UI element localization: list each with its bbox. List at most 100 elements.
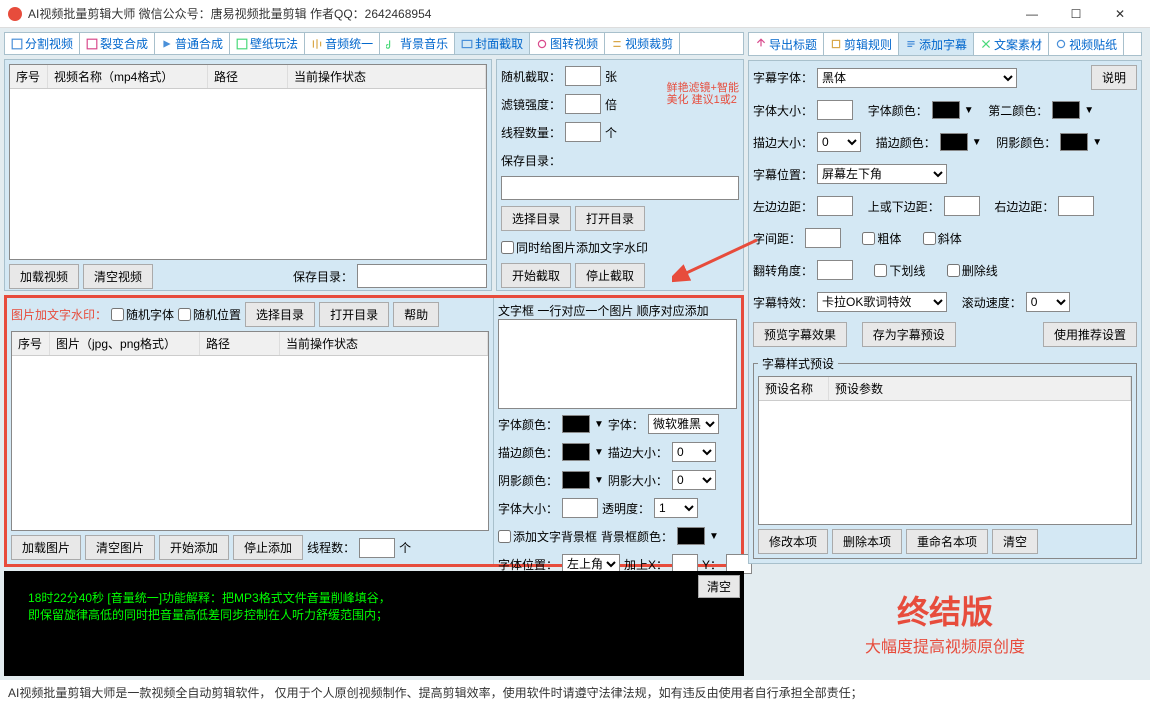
rand-cap-input[interactable] bbox=[565, 66, 601, 86]
bg-color-picker[interactable] bbox=[677, 527, 705, 545]
preset-delete-button[interactable]: 删除本项 bbox=[832, 529, 902, 554]
tab-audio-unify[interactable]: 音频统一 bbox=[305, 33, 380, 54]
tab-export-title[interactable]: 导出标题 bbox=[749, 33, 824, 55]
close-button[interactable]: ✕ bbox=[1098, 0, 1142, 28]
wm-title: 图片加文字水印： bbox=[11, 306, 107, 323]
bg-box-checkbox[interactable]: 添加文字背景框 bbox=[498, 528, 597, 545]
tab-script-material[interactable]: 文案素材 bbox=[974, 33, 1049, 55]
watermark-panel: 图片加文字水印： 随机字体 随机位置 选择目录 打开目录 帮助 序号 图片（jp… bbox=[7, 298, 493, 564]
wm-clear-button[interactable]: 清空图片 bbox=[85, 535, 155, 560]
recommend-button[interactable]: 使用推荐设置 bbox=[1043, 322, 1137, 347]
textbox-panel: 文字框 一行对应一个图片 顺序对应添加 字体颜色：▼字体：微软雅黑 描边颜色：▼… bbox=[493, 298, 741, 564]
console-clear-button[interactable]: 清空 bbox=[698, 575, 740, 598]
italic-checkbox[interactable]: 斜体 bbox=[923, 230, 962, 247]
tab-img-to-video[interactable]: 图转视频 bbox=[530, 33, 605, 54]
app-icon bbox=[8, 7, 22, 21]
save-dir-input[interactable] bbox=[357, 264, 487, 288]
preview-subtitle-button[interactable]: 预览字幕效果 bbox=[753, 322, 847, 347]
wm-help-button[interactable]: 帮助 bbox=[393, 302, 439, 327]
sub-pos-select[interactable]: 屏幕左下角 bbox=[817, 164, 947, 184]
load-video-button[interactable]: 加载视频 bbox=[9, 264, 79, 289]
cap-open-dir-button[interactable]: 打开目录 bbox=[575, 206, 645, 231]
save-dir-label: 保存目录： bbox=[293, 268, 353, 285]
cap-choose-dir-button[interactable]: 选择目录 bbox=[501, 206, 571, 231]
clear-video-button[interactable]: 清空视频 bbox=[83, 264, 153, 289]
video-list-panel: 序号 视频名称（mp4格式） 路径 当前操作状态 加载视频 清空视频 保存目录： bbox=[4, 59, 492, 291]
wm-rand-pos-checkbox[interactable]: 随机位置 bbox=[178, 306, 241, 323]
sub-stroke-color-picker[interactable] bbox=[940, 133, 968, 151]
wm-grid[interactable]: 序号 图片（jpg、png格式） 路径 当前操作状态 bbox=[11, 331, 489, 531]
col-status: 当前操作状态 bbox=[288, 65, 486, 88]
wm-stop-button[interactable]: 停止添加 bbox=[233, 535, 303, 560]
video-grid[interactable]: 序号 视频名称（mp4格式） 路径 当前操作状态 bbox=[9, 64, 487, 260]
tab-video-sticker[interactable]: 视频贴纸 bbox=[1049, 33, 1124, 55]
tab-normal-compose[interactable]: 普通合成 bbox=[155, 33, 230, 54]
tab-bgm[interactable]: 背景音乐 bbox=[380, 33, 455, 54]
shadow-color-picker[interactable] bbox=[562, 471, 590, 489]
tab-video-crop[interactable]: 视频裁剪 bbox=[605, 33, 680, 54]
tab-wallpaper[interactable]: 壁纸玩法 bbox=[230, 33, 305, 54]
preset-clear-button[interactable]: 清空 bbox=[992, 529, 1038, 554]
preset-grid[interactable]: 预设名称 预设参数 bbox=[758, 376, 1132, 525]
save-preset-button[interactable]: 存为字幕预设 bbox=[862, 322, 956, 347]
maximize-button[interactable]: ☐ bbox=[1054, 0, 1098, 28]
wm-load-button[interactable]: 加载图片 bbox=[11, 535, 81, 560]
sub-left-input[interactable] bbox=[817, 196, 853, 216]
sub-topbot-input[interactable] bbox=[944, 196, 980, 216]
underline-checkbox[interactable]: 下划线 bbox=[874, 262, 925, 279]
preset-rename-button[interactable]: 重命名本项 bbox=[906, 529, 988, 554]
sub-stroke-select[interactable]: 0 bbox=[817, 132, 861, 152]
sub-rotate-input[interactable] bbox=[817, 260, 853, 280]
brand-banner: 终结版 大幅度提高视频原创度 bbox=[748, 568, 1142, 676]
cap-savedir-label: 保存目录： bbox=[501, 152, 561, 169]
cap-savedir-input[interactable] bbox=[501, 176, 739, 200]
tab-cover-capture[interactable]: 封面截取 bbox=[455, 33, 530, 54]
cap-stop-button[interactable]: 停止截取 bbox=[575, 263, 645, 288]
shadow-size-select[interactable]: 0 bbox=[672, 470, 716, 490]
wm-start-button[interactable]: 开始添加 bbox=[159, 535, 229, 560]
col-path: 路径 bbox=[208, 65, 288, 88]
bold-checkbox[interactable]: 粗体 bbox=[862, 230, 901, 247]
cap-start-button[interactable]: 开始截取 bbox=[501, 263, 571, 288]
threads-input[interactable] bbox=[565, 122, 601, 142]
strike-checkbox[interactable]: 删除线 bbox=[947, 262, 998, 279]
tab-split-video[interactable]: 分割视频 bbox=[5, 33, 80, 54]
window-title: AI视频批量剪辑大师 微信公众号：唐易视频批量剪辑 作者QQ：264246895… bbox=[28, 5, 1010, 22]
stroke-size-select[interactable]: 0 bbox=[672, 442, 716, 462]
sub-size-input[interactable] bbox=[817, 100, 853, 120]
sub-speed-select[interactable]: 0 bbox=[1026, 292, 1070, 312]
opacity-select[interactable]: 1 bbox=[654, 498, 698, 518]
filter-input[interactable] bbox=[565, 94, 601, 114]
font-select[interactable]: 微软雅黑 bbox=[648, 414, 719, 434]
tab-edit-rules[interactable]: 剪辑规则 bbox=[824, 33, 899, 55]
sub-spacing-input[interactable] bbox=[805, 228, 841, 248]
cap-add-wm-checkbox[interactable]: 同时给图片添加文字水印 bbox=[501, 239, 648, 256]
sub-shadow-color-picker[interactable] bbox=[1060, 133, 1088, 151]
wm-rand-font-checkbox[interactable]: 随机字体 bbox=[111, 306, 174, 323]
preset-modify-button[interactable]: 修改本项 bbox=[758, 529, 828, 554]
preset-fieldset: 字幕样式预设 预设名称 预设参数 修改本项 删除本项 重命名本项 清空 bbox=[753, 355, 1137, 559]
stroke-color-picker[interactable] bbox=[562, 443, 590, 461]
footer-text: AI视频批量剪辑大师是一款视频全自动剪辑软件， 仅用于个人原创视频制作、提高剪辑… bbox=[0, 680, 1150, 704]
wm-choose-dir-button[interactable]: 选择目录 bbox=[245, 302, 315, 327]
tab-add-subtitle[interactable]: 添加字幕 bbox=[899, 33, 974, 55]
threads-label: 线程数量： bbox=[501, 124, 561, 141]
sub-font-select[interactable]: 黑体 bbox=[817, 68, 1017, 88]
subtitle-panel: 字幕字体：黑体说明 字体大小： 字体颜色：▼ 第二颜色：▼ 描边大小：0 描边颜… bbox=[748, 60, 1142, 564]
font-size-input[interactable] bbox=[562, 498, 598, 518]
textbox-textarea[interactable] bbox=[498, 319, 737, 409]
sub-right-input[interactable] bbox=[1058, 196, 1094, 216]
wm-open-dir-button[interactable]: 打开目录 bbox=[319, 302, 389, 327]
titlebar: AI视频批量剪辑大师 微信公众号：唐易视频批量剪辑 作者QQ：264246895… bbox=[0, 0, 1150, 28]
col-name: 视频名称（mp4格式） bbox=[48, 65, 208, 88]
filter-hint: 鲜艳滤镜+智能 美化 建议1或2 bbox=[667, 82, 739, 106]
sub-effect-select[interactable]: 卡拉OK歌词特效 bbox=[817, 292, 947, 312]
font-color-picker[interactable] bbox=[562, 415, 590, 433]
col-index: 序号 bbox=[10, 65, 48, 88]
explain-button[interactable]: 说明 bbox=[1091, 65, 1137, 90]
sub-color-picker[interactable] bbox=[932, 101, 960, 119]
sub-color2-picker[interactable] bbox=[1052, 101, 1080, 119]
minimize-button[interactable]: — bbox=[1010, 0, 1054, 28]
wm-threads-input[interactable] bbox=[359, 538, 395, 558]
tab-fission[interactable]: 裂变合成 bbox=[80, 33, 155, 54]
